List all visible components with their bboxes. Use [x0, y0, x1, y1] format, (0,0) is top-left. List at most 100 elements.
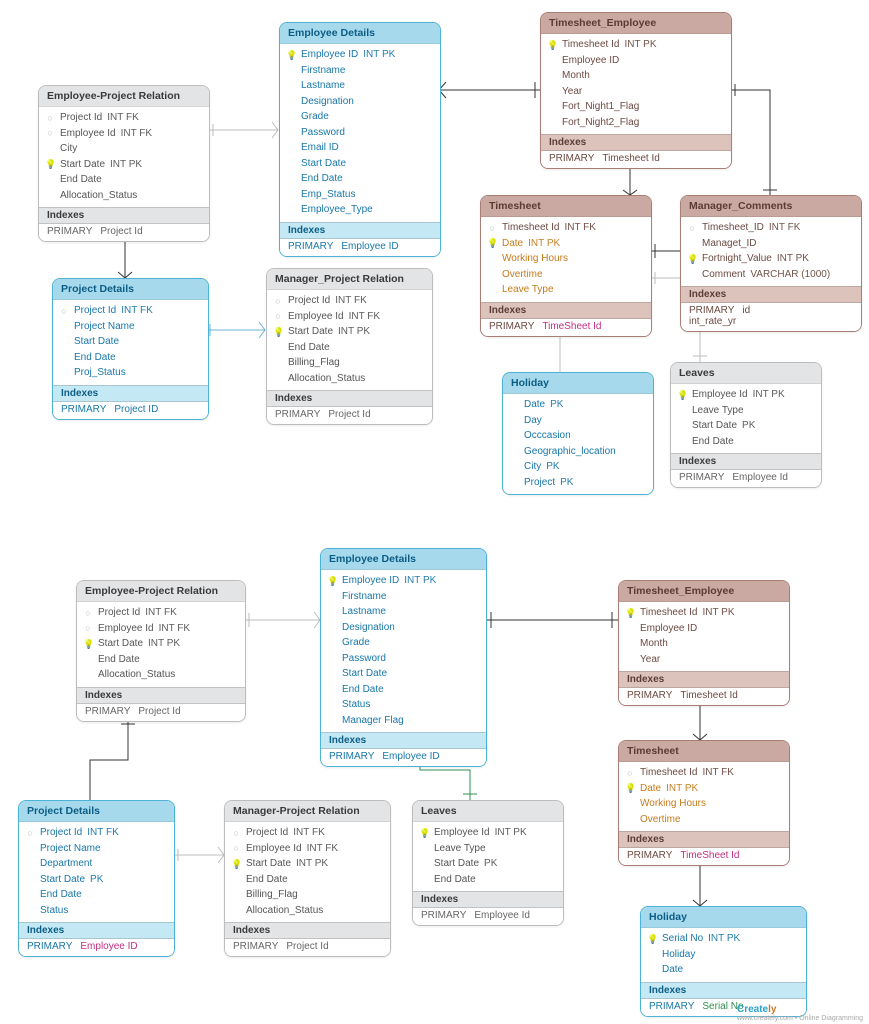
entity-body: ○Project IdINT FK○Employee IdINT FKCity💡… [39, 107, 209, 207]
entity-title: Holiday [641, 907, 806, 928]
entity-hol1[interactable]: HolidayDatePKDayOcccasionGeographic_loca… [502, 372, 654, 495]
index-row: PRIMARYProject ID [61, 404, 200, 415]
field-row: 💡DateINT PK [487, 236, 645, 252]
field-row: ○Employee IdINT FK [273, 309, 426, 325]
field-row: Working Hours [487, 251, 645, 267]
entity-body: 💡Employee IDINT PKFirstnameLastnameDesig… [280, 44, 440, 222]
entity-title: Manager-Project Relation [225, 801, 390, 822]
field-row: ○Timesheet IdINT FK [625, 765, 783, 781]
entity-ts2[interactable]: Timesheet○Timesheet IdINT FK💡DateINT PKW… [618, 740, 790, 866]
field-name: Date [502, 237, 523, 251]
indexes-header: Indexes [225, 922, 390, 939]
entity-pd2[interactable]: Project Details○Project IdINT FKProject … [18, 800, 175, 957]
indexes-body: PRIMARYTimesheet Id [541, 151, 731, 168]
field-name: End Date [692, 435, 734, 449]
index-name: PRIMARY [421, 910, 466, 921]
field-row: 💡Start DateINT PK [45, 157, 203, 173]
field-row: End Date [83, 652, 239, 668]
field-row: Geographic_location [509, 444, 647, 460]
field-row: Employee_Type [286, 202, 434, 218]
field-type: INT PK [708, 932, 740, 946]
field-name: Employee ID [342, 574, 399, 588]
field-name: Employee Id [98, 622, 154, 636]
field-name: Project Id [74, 304, 116, 318]
field-name: Timesheet Id [640, 606, 697, 620]
field-name: Holiday [662, 948, 695, 962]
entity-title: Timesheet [619, 741, 789, 762]
index-name: PRIMARY [61, 404, 106, 415]
entity-epr2[interactable]: Employee-Project Relation○Project IdINT … [76, 580, 246, 722]
ring-icon: ○ [273, 310, 283, 322]
field-type: INT FK [293, 826, 324, 840]
indexes-header: Indexes [619, 671, 789, 688]
field-row: 💡Start DateINT PK [83, 636, 239, 652]
entity-body: ○Timesheet IdINT FK💡DateINT PKWorking Ho… [481, 217, 651, 302]
entity-emp2[interactable]: Employee Details💡Employee IDINT PKFirstn… [320, 548, 487, 767]
field-name: Lastname [342, 605, 386, 619]
indexes-body: PRIMARYidint_rate_yr [681, 303, 861, 331]
entity-title: Manager_Comments [681, 196, 861, 217]
field-name: Allocation_Status [98, 668, 175, 682]
indexes-header: Indexes [77, 687, 245, 704]
entity-epr1[interactable]: Employee-Project Relation○Project IdINT … [38, 85, 210, 242]
index-row: PRIMARYid [689, 305, 853, 316]
field-name: Managet_ID [702, 237, 756, 251]
field-name: Grade [301, 110, 329, 124]
indexes-body: PRIMARYEmployee Id [671, 470, 821, 487]
index-name: PRIMARY [549, 153, 594, 164]
field-name: Year [562, 85, 582, 99]
brand-footer: Creately www.creately.com • Online Diagr… [737, 1004, 863, 1022]
field-type: INT PK [528, 237, 560, 251]
field-name: Employee Id [692, 388, 748, 402]
field-name: Year [640, 653, 660, 667]
index-row: PRIMARYTimesheet Id [627, 690, 781, 701]
indexes-header: Indexes [641, 982, 806, 999]
field-row: ○Project IdINT FK [231, 825, 384, 841]
field-type: INT PK [110, 158, 142, 172]
field-type: INT FK [769, 221, 800, 235]
field-row: Start Date [286, 156, 434, 172]
entity-tse2[interactable]: Timesheet_Employee💡Timesheet IdINT PKEmp… [618, 580, 790, 706]
index-row: PRIMARYTimeSheet Id [489, 321, 643, 332]
entity-emp1[interactable]: Employee Details💡Employee IDINT PKFirstn… [279, 22, 441, 257]
field-name: Employee Id [434, 826, 490, 840]
index-col: Employee Id [732, 472, 788, 483]
ring-icon: ○ [59, 305, 69, 317]
entity-pd1[interactable]: Project Details○Project IdINT FKProject … [52, 278, 209, 420]
field-row: Managet_ID [687, 236, 855, 252]
entity-mpr1[interactable]: Manager_Project Relation○Project IdINT F… [266, 268, 433, 425]
field-type: PK [90, 873, 103, 887]
index-name: PRIMARY [288, 241, 333, 252]
field-type: INT PK [338, 325, 370, 339]
entity-lv1[interactable]: Leaves💡Employee IdINT PKLeave TypeStart … [670, 362, 822, 488]
entity-hol2[interactable]: Holiday💡Serial NoINT PKHolidayDateIndexe… [640, 906, 807, 1017]
field-row: Password [327, 651, 480, 667]
field-row: Start Date [327, 666, 480, 682]
field-name: Project Id [60, 111, 102, 125]
field-row: Occcasion [509, 428, 647, 444]
entity-lv2[interactable]: Leaves💡Employee IdINT PKLeave TypeStart … [412, 800, 564, 926]
field-name: Start Date [692, 419, 737, 433]
field-name: Month [640, 637, 668, 651]
field-type: INT FK [121, 127, 152, 141]
index-name: PRIMARY [627, 850, 672, 861]
entity-mc1[interactable]: Manager_Comments○Timesheet_IDINT FKManag… [680, 195, 862, 332]
indexes-header: Indexes [321, 732, 486, 749]
entity-ts1[interactable]: Timesheet○Timesheet IdINT FK💡DateINT PKW… [480, 195, 652, 337]
entity-mpr2[interactable]: Manager-Project Relation ○Project IdINT F… [224, 800, 391, 957]
key-icon: 💡 [231, 858, 241, 870]
field-name: Start Date [434, 857, 479, 871]
field-row: Month [625, 636, 783, 652]
field-name: Project Id [40, 826, 82, 840]
field-row: Project Name [59, 319, 202, 335]
field-name: Allocation_Status [246, 904, 323, 918]
field-row: Billing_Flag [231, 887, 384, 903]
ring-icon: ○ [45, 127, 55, 139]
indexes-body: PRIMARYTimeSheet Id [619, 848, 789, 865]
entity-tse1[interactable]: Timesheet_Employee💡Timesheet IdINT PKEmp… [540, 12, 732, 169]
key-icon: 💡 [45, 158, 55, 170]
field-row: Designation [327, 620, 480, 636]
field-row: Status [327, 697, 480, 713]
field-name: Project [524, 476, 555, 490]
indexes-header: Indexes [681, 286, 861, 303]
